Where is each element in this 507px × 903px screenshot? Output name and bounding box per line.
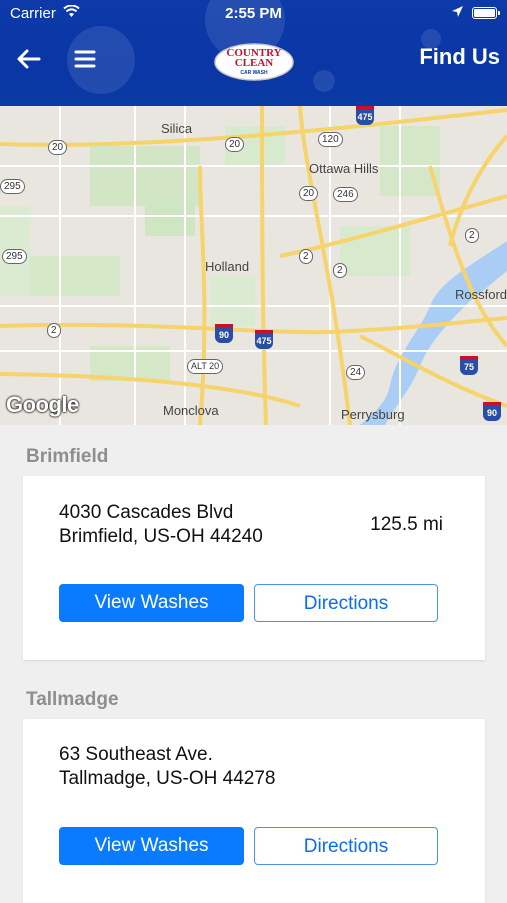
- app-header: Carrier 2:55 PM COUNTRY CLEAN CAR WASH Fi…: [0, 0, 507, 106]
- location-distance: 125.5 mi: [370, 514, 443, 535]
- route-shield: 24: [346, 365, 366, 380]
- route-shield: ALT 20: [187, 359, 224, 374]
- location-address: 4030 Cascades Blvd Brimfield, US-OH 4424…: [59, 501, 263, 549]
- route-shield: 2: [47, 323, 61, 338]
- location-address: 63 Southeast Ave. Tallmadge, US-OH 44278: [59, 743, 276, 791]
- route-shield: 246: [333, 187, 358, 202]
- route-shield: 2: [333, 263, 347, 278]
- menu-button[interactable]: [72, 44, 100, 74]
- location-arrow-icon: [451, 5, 464, 22]
- location-card: 4030 Cascades Blvd Brimfield, US-OH 4424…: [23, 476, 485, 660]
- route-shield: 20: [225, 137, 245, 152]
- directions-button[interactable]: Directions: [254, 827, 438, 865]
- decor-bubble: [313, 70, 335, 92]
- interstate-shield: 75: [460, 356, 478, 375]
- logo-text: COUNTRY CLEAN: [226, 47, 282, 69]
- location-section-title: Tallmadge: [26, 689, 119, 710]
- logo-subtext: CAR WASH: [240, 70, 268, 76]
- status-bar: Carrier 2:55 PM: [0, 0, 507, 28]
- location-section-title: Brimfield: [26, 446, 109, 467]
- route-shield: 20: [48, 140, 68, 155]
- map-view[interactable]: Silica Ottawa Hills Holland Monclova Per…: [0, 106, 507, 425]
- view-washes-button[interactable]: View Washes: [59, 827, 244, 865]
- back-arrow-icon: [17, 49, 41, 69]
- map-place-label: Silica: [161, 121, 193, 136]
- interstate-shield: 90: [215, 324, 233, 343]
- address-line1: 4030 Cascades Blvd: [59, 502, 234, 523]
- battery-icon: [472, 7, 500, 19]
- address-line2: Tallmadge, US-OH 44278: [59, 768, 276, 789]
- interstate-shield: 475: [356, 106, 374, 125]
- back-button[interactable]: [14, 44, 44, 74]
- route-shield: 2: [465, 228, 479, 243]
- route-shield: 20: [299, 186, 319, 201]
- google-attribution[interactable]: Google: [6, 392, 79, 418]
- map-place-label: Ottawa Hills: [309, 161, 379, 176]
- location-card: 63 Southeast Ave. Tallmadge, US-OH 44278…: [23, 719, 485, 903]
- directions-button[interactable]: Directions: [254, 584, 438, 622]
- interstate-shield: 90: [483, 402, 501, 421]
- map-place-label: Monclova: [163, 403, 219, 418]
- status-time: 2:55 PM: [225, 5, 282, 22]
- route-shield: 2: [299, 249, 313, 264]
- map-graphic: [0, 106, 507, 425]
- hamburger-icon: [74, 50, 96, 68]
- route-shield: 120: [318, 132, 343, 147]
- brand-logo: COUNTRY CLEAN CAR WASH: [213, 42, 295, 82]
- route-shield: 295: [0, 179, 25, 194]
- route-shield: 295: [2, 249, 27, 264]
- map-place-label: Rossford: [455, 287, 507, 302]
- interstate-shield: 475: [255, 330, 273, 349]
- address-line1: 63 Southeast Ave.: [59, 744, 213, 765]
- view-washes-button[interactable]: View Washes: [59, 584, 244, 622]
- address-line2: Brimfield, US-OH 44240: [59, 526, 263, 547]
- map-place-label: Holland: [205, 259, 250, 274]
- page-title: Find Us: [419, 44, 500, 69]
- map-place-label: Perrysburg: [341, 407, 405, 422]
